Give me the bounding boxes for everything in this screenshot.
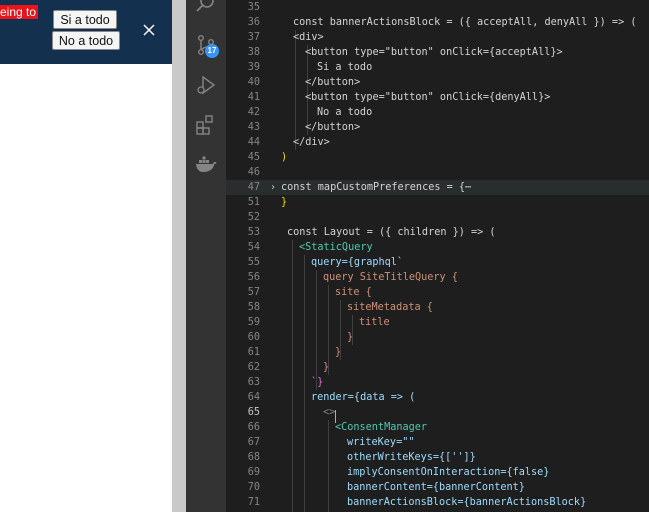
code-line: 44 </div> xyxy=(247,137,330,148)
window-divider xyxy=(172,0,186,512)
code-line: 43 </button> xyxy=(247,122,361,133)
docker-icon[interactable] xyxy=(194,152,218,176)
code-text: <button type="button" onClick={acceptAll… xyxy=(305,47,563,58)
code-line: 40 </button> xyxy=(247,77,361,88)
code-line: 71 bannerActionsBlock={bannerActionsBloc… xyxy=(247,497,587,508)
code-line: 69 implyConsentOnInteraction={false} xyxy=(247,467,550,478)
code-text: </button> xyxy=(305,122,361,133)
browser-preview: eing to Si a todo No a todo xyxy=(0,0,172,512)
code-text: writeKey="" xyxy=(347,437,415,448)
code-text: <button type="button" onClick={denyAll}> xyxy=(305,92,551,103)
fold-chevron-icon[interactable]: › xyxy=(270,180,276,195)
code-line-current: 65 <> xyxy=(226,405,649,423)
code-line: 37 <div> xyxy=(247,32,324,43)
code-text: bannerActionsBlock={bannerActionsBlock} xyxy=(347,497,587,508)
banner-text: eing to xyxy=(0,5,39,19)
code-line: 38 <button type="button" onClick={accept… xyxy=(247,47,563,58)
code-line: 55 query={graphql` xyxy=(247,257,404,268)
code-line: 59 title xyxy=(247,317,390,328)
code-line: 68 otherWriteKeys={['']} xyxy=(247,452,476,463)
code-line: 70 bannerContent={bannerContent} xyxy=(247,482,525,493)
code-text: } xyxy=(281,197,288,208)
code-line: 42 No a todo xyxy=(247,107,373,118)
code-text: } xyxy=(347,332,354,343)
code-text: <StaticQuery xyxy=(299,242,373,253)
code-line: 67 writeKey="" xyxy=(247,437,415,448)
extensions-icon[interactable] xyxy=(194,113,218,137)
code-line: 52 xyxy=(247,212,260,223)
code-text: } xyxy=(323,362,330,373)
code-text: </div> xyxy=(293,137,330,148)
code-editor[interactable]: 35 36 const bannerActionsBlock = ({ acce… xyxy=(226,0,649,512)
code-line: 54 <StaticQuery xyxy=(247,242,373,253)
accept-all-button[interactable]: Si a todo xyxy=(53,10,117,29)
source-control-badge: 17 xyxy=(205,44,219,58)
code-line: 63 `} xyxy=(247,377,324,388)
consent-banner: eing to Si a todo No a todo xyxy=(0,0,172,64)
code-line: 57 site { xyxy=(247,287,372,298)
code-text: bannerContent={bannerContent} xyxy=(347,482,525,493)
code-line: 53 const Layout = ({ children }) => ( xyxy=(247,227,496,238)
code-text: <> xyxy=(323,407,336,418)
code-text: implyConsentOnInteraction={false} xyxy=(347,467,550,478)
code-text: Si a todo xyxy=(317,62,373,73)
code-text: `} xyxy=(311,377,324,388)
close-icon[interactable] xyxy=(141,22,157,38)
code-text: query SiteTitleQuery { xyxy=(323,272,458,283)
code-text: render={data => ( xyxy=(311,392,416,403)
code-line: 45 ) xyxy=(247,152,288,163)
code-text: </button> xyxy=(305,77,361,88)
code-line: 41 <button type="button" onClick={denyAl… xyxy=(247,92,551,103)
code-line: 39 Si a todo xyxy=(247,62,373,73)
code-line: 36 const bannerActionsBlock = ({ acceptA… xyxy=(247,17,637,28)
code-text: <div> xyxy=(293,32,324,43)
code-line: 51 } xyxy=(247,197,288,208)
code-line: 61 } xyxy=(247,347,342,358)
code-line: 58 siteMetadata { xyxy=(247,302,433,313)
code-line: 35 xyxy=(247,2,260,13)
code-text: otherWriteKeys={['']} xyxy=(347,452,476,463)
code-text: ) xyxy=(281,152,288,163)
code-text: site { xyxy=(335,287,372,298)
search-icon[interactable] xyxy=(194,0,218,16)
code-line: 46 xyxy=(247,167,260,178)
code-text: query={graphql` xyxy=(311,257,404,268)
code-line: 62 } xyxy=(247,362,330,373)
code-text: No a todo xyxy=(317,107,373,118)
activity-bar xyxy=(186,0,226,512)
code-text: const Layout = ({ children }) => ( xyxy=(287,227,496,238)
code-line-folded: 47 › const mapCustomPreferences = {⋯ xyxy=(226,180,649,195)
code-text: siteMetadata { xyxy=(347,302,433,313)
deny-all-button[interactable]: No a todo xyxy=(52,31,120,50)
code-text: } xyxy=(335,347,342,358)
code-line: 64 render={data => ( xyxy=(247,392,416,403)
code-line: 66 <ConsentManager xyxy=(247,422,428,433)
code-text: title xyxy=(359,317,390,328)
code-text: const mapCustomPreferences = {⋯ xyxy=(281,182,472,193)
code-line: 60 } xyxy=(247,332,354,343)
code-text: const bannerActionsBlock = ({ acceptAll,… xyxy=(293,17,637,28)
run-debug-icon[interactable] xyxy=(194,73,218,97)
code-line: 56 query SiteTitleQuery { xyxy=(247,272,458,283)
code-text: <ConsentManager xyxy=(335,422,428,433)
